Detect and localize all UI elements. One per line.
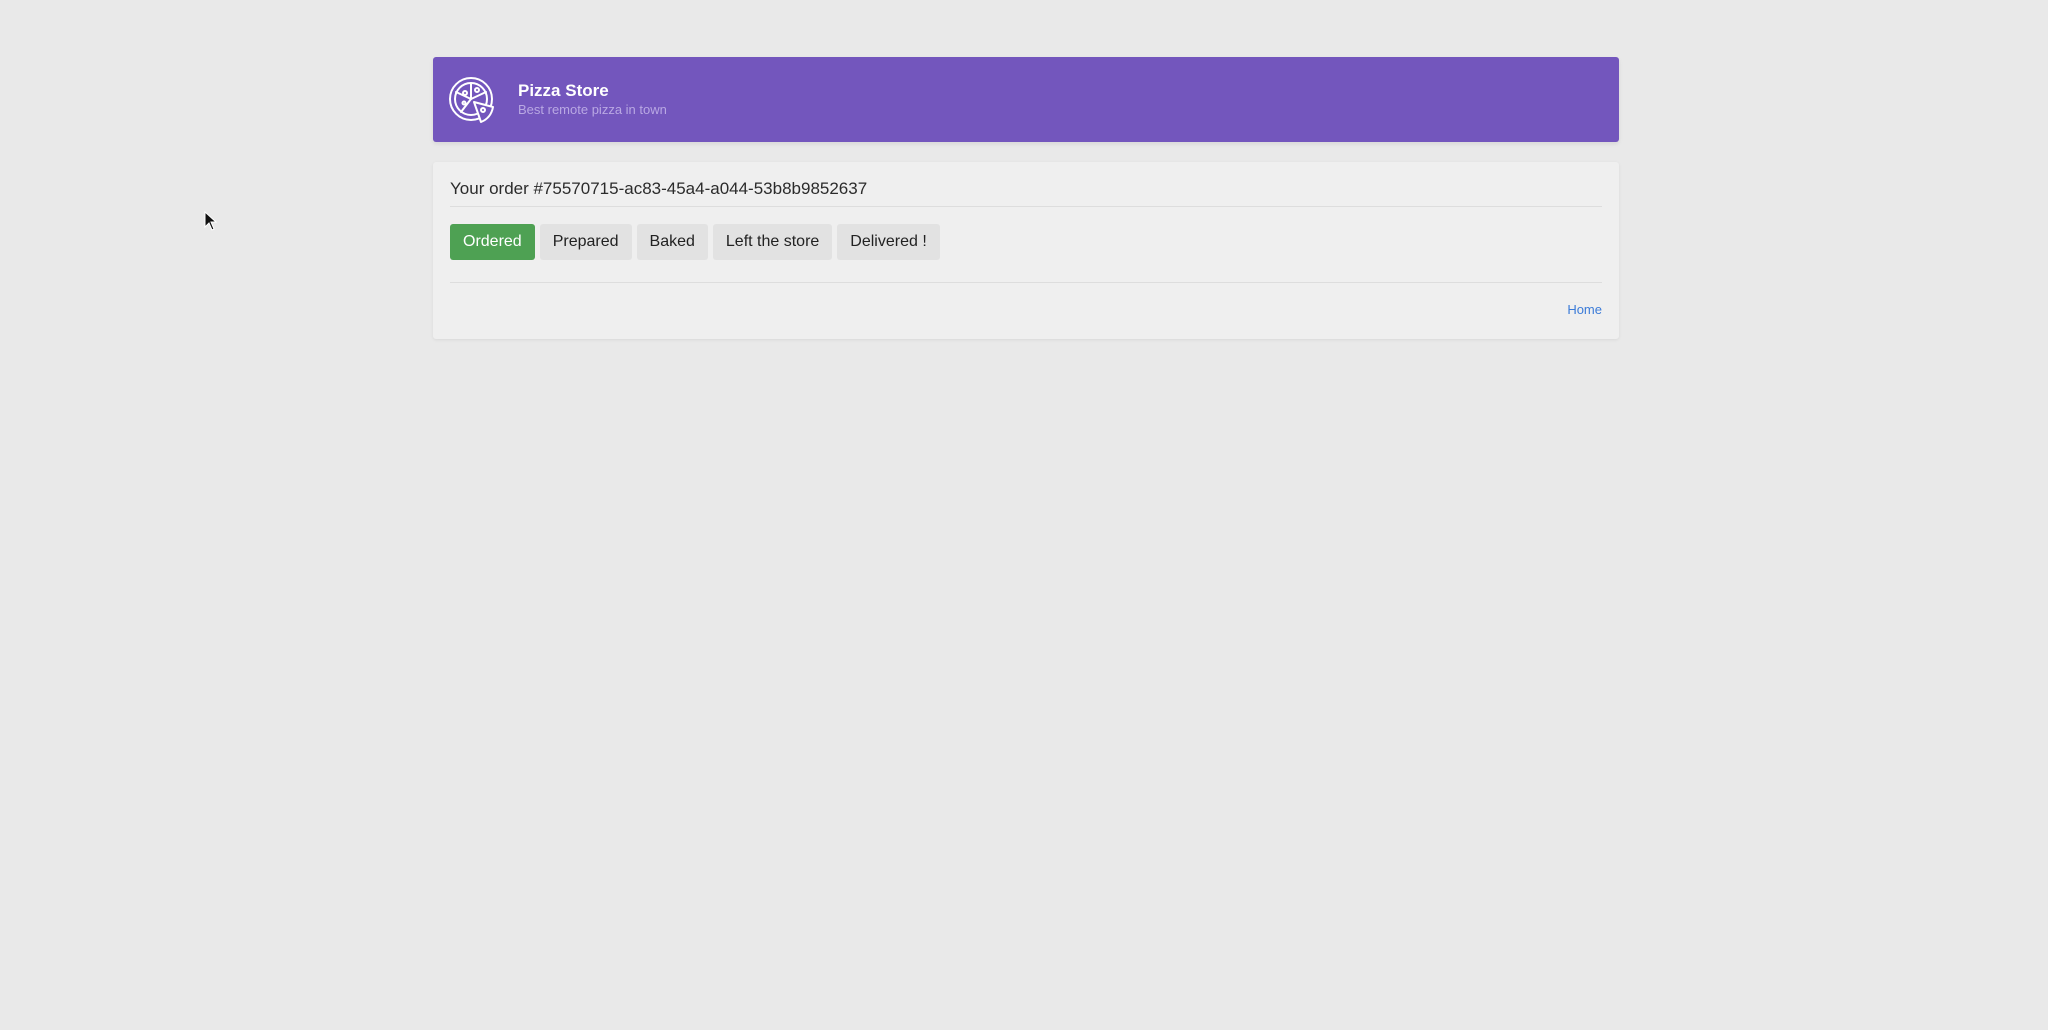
brand-subtitle: Best remote pizza in town	[518, 102, 667, 117]
status-step-baked: Baked	[636, 224, 708, 260]
divider	[450, 282, 1602, 283]
order-status-steps: Ordered Prepared Baked Left the store De…	[450, 224, 940, 260]
pizza-icon[interactable]	[447, 76, 499, 124]
order-title: Your order #75570715-ac83-45a4-a044-53b8…	[450, 179, 868, 198]
divider	[450, 206, 1602, 207]
status-step-ordered: Ordered	[450, 224, 535, 260]
app-header: Pizza Store Best remote pizza in town	[433, 57, 1619, 142]
status-step-delivered: Delivered !	[837, 224, 940, 260]
status-step-prepared: Prepared	[539, 224, 632, 260]
status-step-left-the-store: Left the store	[712, 224, 833, 260]
brand-title: Pizza Store	[518, 81, 609, 100]
page: Pizza Store Best remote pizza in town Yo…	[0, 0, 2048, 1030]
mouse-pointer-icon	[204, 211, 218, 231]
order-card: Your order #75570715-ac83-45a4-a044-53b8…	[433, 162, 1619, 339]
home-link[interactable]: Home	[1567, 302, 1602, 318]
